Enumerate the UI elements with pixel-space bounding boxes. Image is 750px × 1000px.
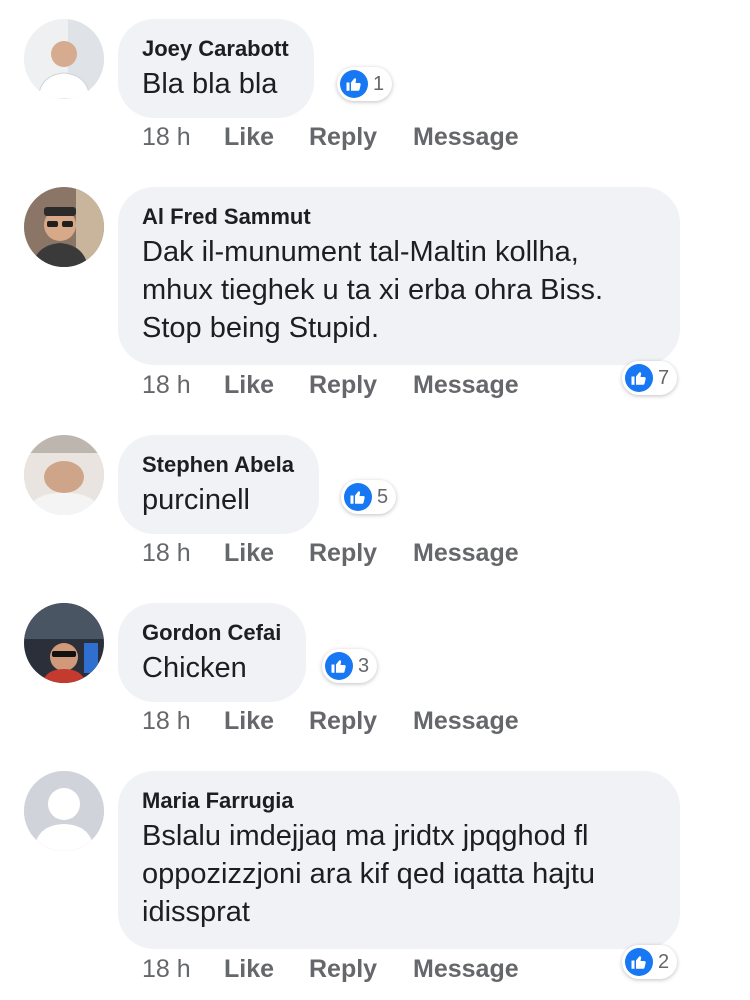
- comment-bubble: Maria Farrugia Bslalu imdejjaq ma jridtx…: [118, 771, 680, 949]
- reaction-badge[interactable]: 5: [341, 480, 397, 514]
- avatar[interactable]: [24, 771, 104, 851]
- comment-text: Bla bla bla: [142, 68, 278, 100]
- reply-button[interactable]: Reply: [309, 707, 413, 736]
- like-button[interactable]: Like: [224, 955, 309, 984]
- like-reaction-icon: [625, 948, 653, 976]
- message-button[interactable]: Message: [413, 539, 519, 568]
- timestamp[interactable]: 18 h: [142, 371, 224, 400]
- profile-photo-icon: [24, 435, 104, 515]
- comment-text: purcinell: [142, 484, 250, 516]
- timestamp[interactable]: 18 h: [142, 539, 224, 568]
- commenter-name[interactable]: Gordon Cefai: [142, 619, 281, 647]
- comment-bubble: Al Fred Sammut Dak il-munument tal-Malti…: [118, 187, 680, 365]
- message-button[interactable]: Message: [413, 371, 519, 400]
- avatar[interactable]: [24, 187, 104, 267]
- profile-photo-icon: [24, 603, 104, 683]
- timestamp[interactable]: 18 h: [142, 707, 224, 736]
- comment-actions: 18 h Like Reply Message: [142, 370, 519, 404]
- comment-bubble: Joey Carabott Bla bla bla: [118, 19, 314, 118]
- profile-photo-icon: [24, 19, 104, 99]
- reply-button[interactable]: Reply: [309, 371, 413, 400]
- like-button[interactable]: Like: [224, 371, 309, 400]
- like-button[interactable]: Like: [224, 123, 309, 152]
- reaction-count: 2: [658, 950, 670, 973]
- message-button[interactable]: Message: [413, 955, 519, 984]
- commenter-name[interactable]: Maria Farrugia: [142, 787, 655, 815]
- reaction-count: 5: [377, 485, 389, 508]
- comment-actions: 18 h Like Reply Message: [142, 122, 519, 156]
- comment-text: Bslalu imdejjaq ma jridtx jpqghod fl opp…: [142, 820, 596, 928]
- message-button[interactable]: Message: [413, 707, 519, 736]
- commenter-name[interactable]: Joey Carabott: [142, 35, 289, 63]
- like-reaction-icon: [340, 70, 368, 98]
- like-reaction-icon: [325, 652, 353, 680]
- comment-actions: 18 h Like Reply Message: [142, 954, 519, 988]
- like-button[interactable]: Like: [224, 707, 309, 736]
- comment-text: Dak il-munument tal-Maltin kollha, mhux …: [142, 236, 604, 344]
- reaction-count: 1: [373, 72, 385, 95]
- reply-button[interactable]: Reply: [309, 539, 413, 568]
- profile-photo-icon: [24, 187, 104, 267]
- like-button[interactable]: Like: [224, 539, 309, 568]
- comment-actions: 18 h Like Reply Message: [142, 538, 519, 572]
- avatar[interactable]: [24, 19, 104, 99]
- commenter-name[interactable]: Al Fred Sammut: [142, 203, 655, 231]
- reaction-count: 3: [358, 654, 370, 677]
- reaction-count: 7: [658, 366, 670, 389]
- like-reaction-icon: [625, 364, 653, 392]
- comment-bubble: Gordon Cefai Chicken: [118, 603, 307, 702]
- reply-button[interactable]: Reply: [309, 955, 413, 984]
- reaction-badge[interactable]: 3: [322, 649, 378, 683]
- commenter-name[interactable]: Stephen Abela: [142, 451, 294, 479]
- reaction-badge[interactable]: 1: [337, 67, 393, 101]
- comment-bubble: Stephen Abela purcinell: [118, 435, 319, 534]
- avatar[interactable]: [24, 435, 104, 515]
- default-avatar-icon: [24, 771, 104, 851]
- timestamp[interactable]: 18 h: [142, 955, 224, 984]
- like-reaction-icon: [344, 483, 372, 511]
- reaction-badge[interactable]: 7: [622, 361, 678, 395]
- reply-button[interactable]: Reply: [309, 123, 413, 152]
- message-button[interactable]: Message: [413, 123, 519, 152]
- timestamp[interactable]: 18 h: [142, 123, 224, 152]
- comment-actions: 18 h Like Reply Message: [142, 706, 519, 740]
- comment-text: Chicken: [142, 652, 247, 684]
- avatar[interactable]: [24, 603, 104, 683]
- reaction-badge[interactable]: 2: [622, 945, 678, 979]
